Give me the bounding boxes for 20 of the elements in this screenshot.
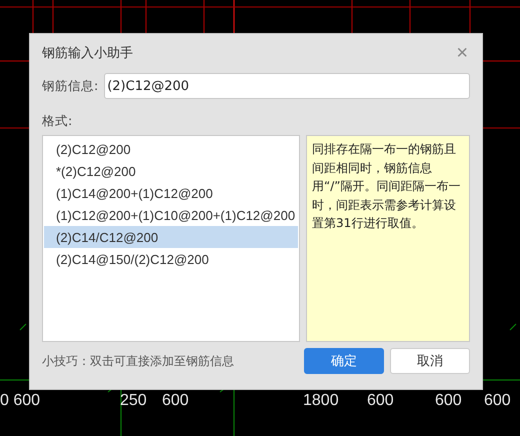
list-item[interactable]: (1)C12@200+(1)C10@200+(1)C12@200 bbox=[44, 204, 298, 226]
dimension-label: 600 bbox=[484, 392, 511, 410]
cancel-button[interactable]: 取消 bbox=[390, 348, 470, 374]
list-item[interactable]: (2)C12@200 bbox=[44, 138, 298, 160]
ok-button[interactable]: 确定 bbox=[304, 348, 384, 374]
tip-text: 小技巧：双击可直接添加至钢筋信息 bbox=[42, 352, 235, 370]
dialog-title: 钢筋输入小助手 bbox=[42, 45, 133, 62]
dimension-label: 1800 bbox=[303, 392, 339, 410]
input-field[interactable]: (2)C12@200 bbox=[104, 73, 470, 99]
dimension-label: 600 bbox=[162, 392, 189, 410]
list-item[interactable]: (2)C14/C12@200 bbox=[44, 226, 298, 248]
list-item[interactable]: (1)C14@200+(1)C12@200 bbox=[44, 182, 298, 204]
dimension-label: 600 bbox=[435, 392, 462, 410]
help-text: 同排存在隔一布一的钢筋且间距相同时，钢筋信息用“/”隔开。同间距隔一布一时，间距表示需参考计算设置第31行进行取值。 bbox=[306, 135, 470, 342]
dimension-label: 0 600 bbox=[0, 392, 40, 410]
field-label: 钢筋信息: bbox=[42, 78, 98, 94]
format-label: 格式: bbox=[42, 113, 74, 130]
list-item[interactable]: *(2)C12@200 bbox=[44, 160, 298, 182]
dimension-label: 600 bbox=[367, 392, 394, 410]
list-item[interactable]: (2)C14@150/(2)C12@200 bbox=[44, 248, 298, 270]
